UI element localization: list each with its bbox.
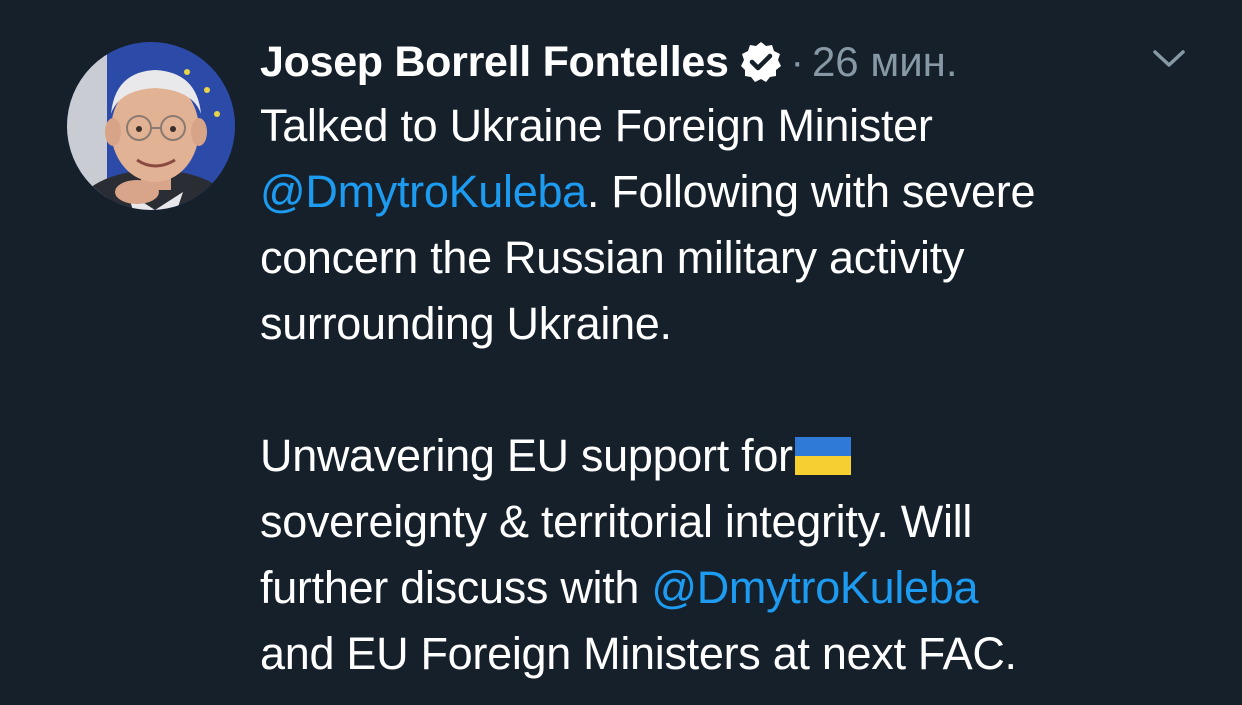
tweet-line: Talked to Ukraine Foreign Minister xyxy=(260,93,1220,159)
mention-link[interactable]: @DmytroKuleba xyxy=(260,166,587,217)
tweet-line: concern the Russian military activity xyxy=(260,225,1220,291)
tweet-text-segment: sovereignty & territorial integrity. Wil… xyxy=(260,496,973,547)
mention-link[interactable]: @DmytroKuleba xyxy=(651,562,978,613)
tweet-header: Josep Borrell Fontelles · 26 мин. xyxy=(260,34,958,90)
tweet-text: Talked to Ukraine Foreign Minister @Dmyt… xyxy=(260,93,1220,687)
tweet-line: sovereignty & territorial integrity. Wil… xyxy=(260,489,1220,555)
ukraine-flag-icon xyxy=(794,437,851,475)
tweet-text-segment: and EU Foreign Ministers at next FAC. xyxy=(260,628,1017,679)
verified-badge-icon xyxy=(740,42,781,82)
avatar-photo xyxy=(67,42,235,210)
tweet-text-segment: . Following with severe xyxy=(586,166,1036,217)
tweet-text-segment: Unwavering EU support for xyxy=(260,430,793,481)
tweet-line: surrounding Ukraine. xyxy=(260,291,1220,357)
tweet-timestamp[interactable]: 26 мин. xyxy=(812,38,958,86)
chevron-down-icon[interactable] xyxy=(1150,46,1188,72)
avatar[interactable] xyxy=(67,42,235,210)
tweet-line: and EU Foreign Ministers at next FAC. xyxy=(260,621,1220,687)
author-name[interactable]: Josep Borrell Fontelles xyxy=(260,38,729,87)
header-separator: · xyxy=(790,39,804,84)
paragraph-break xyxy=(260,357,1220,423)
tweet-text-segment: Talked to Ukraine Foreign Minister xyxy=(260,100,933,151)
tweet-line: further discuss with @DmytroKuleba xyxy=(260,555,1220,621)
tweet-text-segment: surrounding Ukraine. xyxy=(260,298,672,349)
tweet-text-segment: further discuss with xyxy=(260,562,652,613)
tweet-line: @DmytroKuleba. Following with severe xyxy=(260,159,1220,225)
tweet-text-segment: concern the Russian military activity xyxy=(260,232,965,283)
tweet-line: Unwavering EU support for xyxy=(260,423,1220,489)
tweet-card[interactable]: Josep Borrell Fontelles · 26 мин. Talked… xyxy=(0,0,1242,705)
